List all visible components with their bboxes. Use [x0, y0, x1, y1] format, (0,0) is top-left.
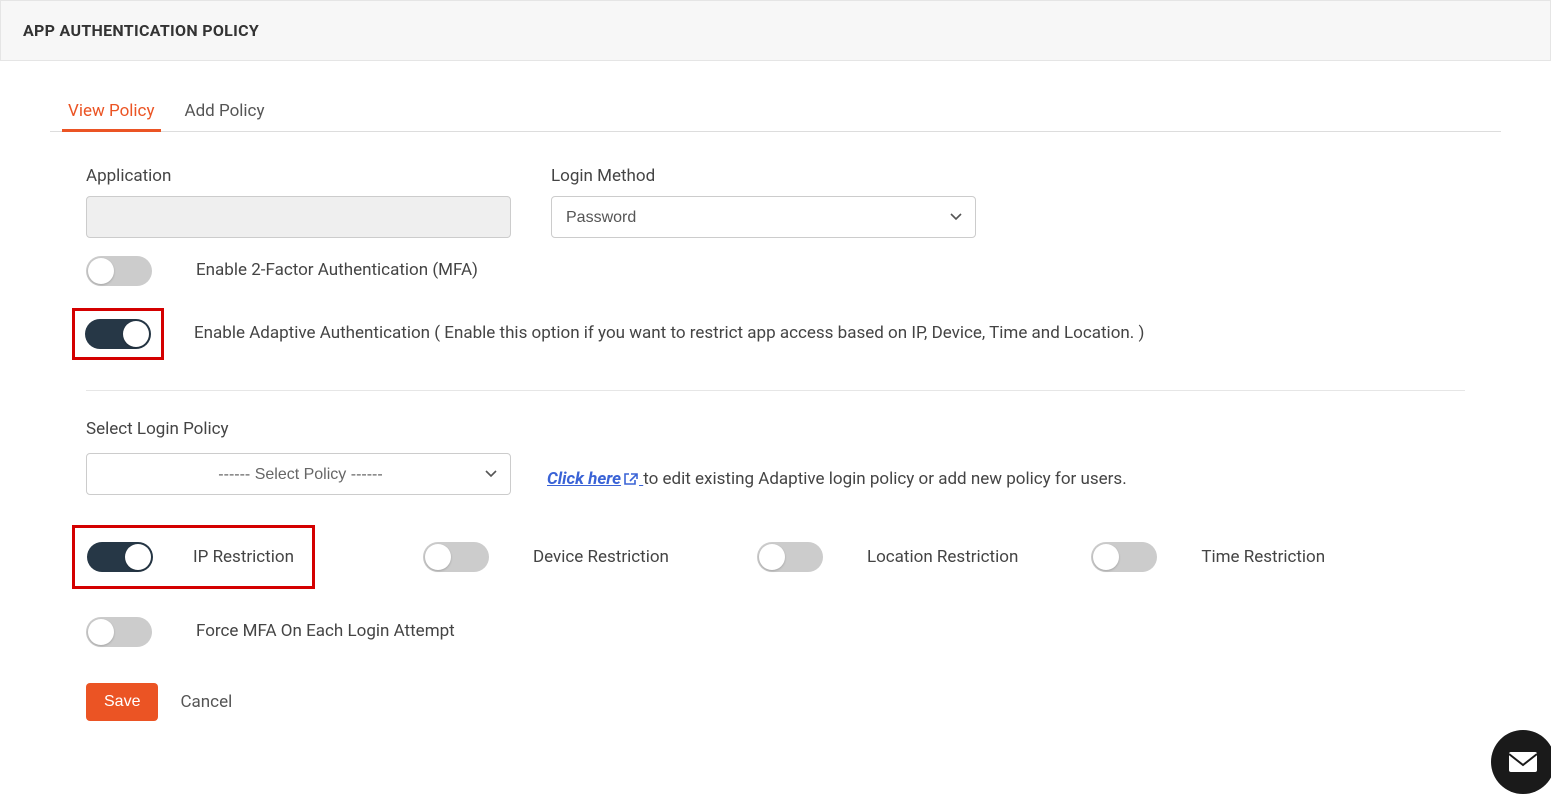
form-area: Application Login Method Password Enable… [50, 166, 1501, 721]
actions-row: Save Cancel [86, 683, 1465, 721]
tab-bar: View Policy Add Policy [50, 101, 1501, 132]
application-label: Application [86, 166, 511, 186]
force-mfa-row: Force MFA On Each Login Attempt [86, 617, 1465, 647]
login-method-select[interactable]: Password [551, 196, 976, 238]
login-method-label: Login Method [551, 166, 976, 186]
application-input[interactable] [86, 196, 511, 238]
mfa-toggle-label: Enable 2-Factor Authentication (MFA) [196, 258, 478, 284]
top-fields-row: Application Login Method Password [86, 166, 1465, 238]
ip-label: IP Restriction [193, 547, 294, 567]
mfa-toggle[interactable] [86, 256, 152, 286]
adaptive-toggle-label: Enable Adaptive Authentication ( Enable … [194, 321, 1144, 347]
ip-toggle[interactable] [87, 542, 153, 572]
location-toggle[interactable] [757, 542, 823, 572]
ip-highlight: IP Restriction [72, 525, 315, 589]
adaptive-toggle-row: Enable Adaptive Authentication ( Enable … [86, 308, 1465, 360]
external-link-icon [623, 472, 639, 486]
page-header: APP AUTHENTICATION POLICY [0, 0, 1551, 61]
tab-view-policy[interactable]: View Policy [68, 101, 155, 131]
location-label: Location Restriction [867, 547, 1018, 567]
mfa-toggle-row: Enable 2-Factor Authentication (MFA) [86, 256, 1465, 286]
policy-hint: Click here to edit existing Adaptive log… [547, 469, 1127, 489]
force-mfa-label: Force MFA On Each Login Attempt [196, 619, 455, 645]
click-here-link[interactable]: Click here [547, 469, 643, 489]
content-area: View Policy Add Policy Application Login… [0, 61, 1551, 751]
cancel-button[interactable]: Cancel [180, 692, 232, 712]
policy-select[interactable]: ------ Select Policy ------ [86, 453, 511, 495]
force-mfa-toggle[interactable] [86, 617, 152, 647]
adaptive-toggle[interactable] [85, 319, 151, 349]
select-policy-label: Select Login Policy [86, 419, 1465, 439]
application-field-group: Application [86, 166, 511, 238]
device-item: Device Restriction [423, 542, 669, 572]
policy-select-wrap: ------ Select Policy ------ [86, 453, 511, 495]
time-item: Time Restriction [1091, 542, 1325, 572]
login-method-field-group: Login Method Password [551, 166, 976, 238]
separator [86, 390, 1465, 391]
time-toggle[interactable] [1091, 542, 1157, 572]
mail-icon [1508, 751, 1538, 773]
chat-bubble-button[interactable] [1491, 730, 1551, 794]
restriction-row: IP Restriction Device Restriction Locati… [86, 525, 1465, 589]
policy-hint-rest: to edit existing Adaptive login policy o… [643, 469, 1126, 489]
page-title: APP AUTHENTICATION POLICY [23, 21, 1528, 40]
device-toggle[interactable] [423, 542, 489, 572]
time-label: Time Restriction [1201, 547, 1325, 567]
save-button[interactable]: Save [86, 683, 158, 721]
device-label: Device Restriction [533, 547, 669, 567]
policy-row: ------ Select Policy ------ Click here t… [86, 453, 1465, 495]
login-method-select-wrap: Password [551, 196, 976, 238]
tab-add-policy[interactable]: Add Policy [185, 101, 265, 131]
adaptive-highlight [72, 308, 164, 360]
location-item: Location Restriction [757, 542, 1018, 572]
click-here-text: Click here [547, 469, 621, 489]
